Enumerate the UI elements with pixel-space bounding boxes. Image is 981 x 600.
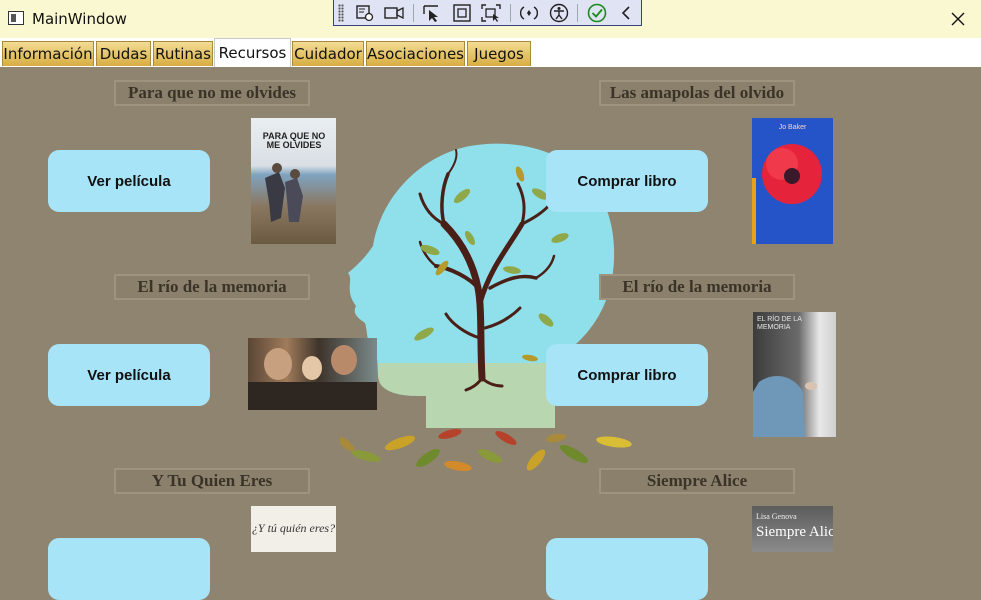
book-cover-el-rio-de-la-memoria[interactable]: EL RÍO DE LA MEMORIA [753, 312, 836, 437]
hot-reload-button[interactable] [519, 3, 540, 23]
buy-book-button[interactable] [546, 538, 708, 600]
tab-juegos[interactable]: Juegos [467, 41, 531, 66]
tab-informacion[interactable]: Información [2, 41, 94, 66]
resource-title: Y Tu Quien Eres [114, 468, 310, 494]
toolbar-separator [509, 3, 511, 22]
checkmark-icon [587, 3, 607, 22]
debug-toolbar [333, 0, 642, 26]
movie-still-figures [248, 345, 377, 410]
resource-title: El río de la memoria [599, 274, 795, 300]
tab-rutinas[interactable]: Rutinas [153, 41, 213, 66]
app-window-icon [8, 11, 24, 25]
record-button[interactable] [383, 3, 404, 23]
toolbar-separator [412, 3, 414, 22]
drag-grip[interactable] [338, 3, 344, 22]
track-focus-button[interactable] [480, 3, 501, 23]
movie-poster-para-que-no-me-olvides[interactable]: PARA QUE NO ME OLVIDES [251, 118, 336, 244]
hot-reload-icon [520, 5, 539, 20]
select-pointer-icon [423, 4, 439, 22]
select-element-icon [355, 4, 373, 21]
book-cover-las-amapolas-del-olvido[interactable]: Jo Baker [752, 118, 833, 244]
watch-movie-button[interactable]: Ver película [48, 150, 210, 212]
tab-strip: Información Dudas Rutinas Recursos Cuida… [0, 38, 981, 68]
movie-still-el-rio-de-la-memoria[interactable] [248, 338, 377, 410]
resource-title: El río de la memoria [114, 274, 310, 300]
poster-title: PARA QUE NO ME OLVIDES [262, 131, 326, 150]
poster-title: ¿Y tú quién eres? [251, 521, 336, 535]
tab-dudas[interactable]: Dudas [96, 41, 151, 66]
window-title: MainWindow [32, 10, 127, 28]
resource-title: Para que no me olvides [114, 80, 310, 106]
poppy-flower [752, 144, 822, 244]
collapse-icon [622, 5, 630, 20]
record-icon [384, 6, 404, 19]
movie-poster-y-tu-quien-eres[interactable]: ¿Y tú quién eres? [251, 506, 336, 552]
accessibility-icon [549, 3, 568, 22]
checkmark-button[interactable] [586, 3, 607, 23]
select-element-button[interactable] [354, 3, 375, 23]
resource-title: Las amapolas del olvido [599, 80, 795, 106]
accessibility-button[interactable] [548, 3, 569, 23]
tab-recursos[interactable]: Recursos [214, 38, 291, 67]
book-author: Jo Baker [778, 124, 807, 131]
book-title: Siempre Alice [756, 524, 833, 540]
resource-title: Siempre Alice [599, 468, 795, 494]
watch-movie-button[interactable] [48, 538, 210, 600]
close-button[interactable] [935, 0, 981, 38]
buy-book-button[interactable]: Comprar libro [546, 150, 708, 212]
book-title: EL RÍO DE LA MEMORIA [757, 316, 802, 331]
display-layout-button[interactable] [451, 3, 472, 23]
book-author: Lisa Genova [756, 512, 797, 521]
toolbar-separator [577, 3, 579, 22]
display-layout-icon [452, 3, 471, 22]
tab-cuidador[interactable]: Cuidador [292, 41, 364, 66]
watch-movie-button[interactable]: Ver película [48, 344, 210, 406]
book-cover-siempre-alice[interactable]: Lisa Genova Siempre Alice [752, 506, 833, 552]
tab-asociaciones[interactable]: Asociaciones [366, 41, 465, 66]
select-pointer-button[interactable] [422, 3, 443, 23]
buy-book-button[interactable]: Comprar libro [546, 344, 708, 406]
collapse-toolbar-button[interactable] [616, 3, 637, 23]
track-focus-icon [481, 3, 501, 22]
close-icon [951, 12, 965, 26]
